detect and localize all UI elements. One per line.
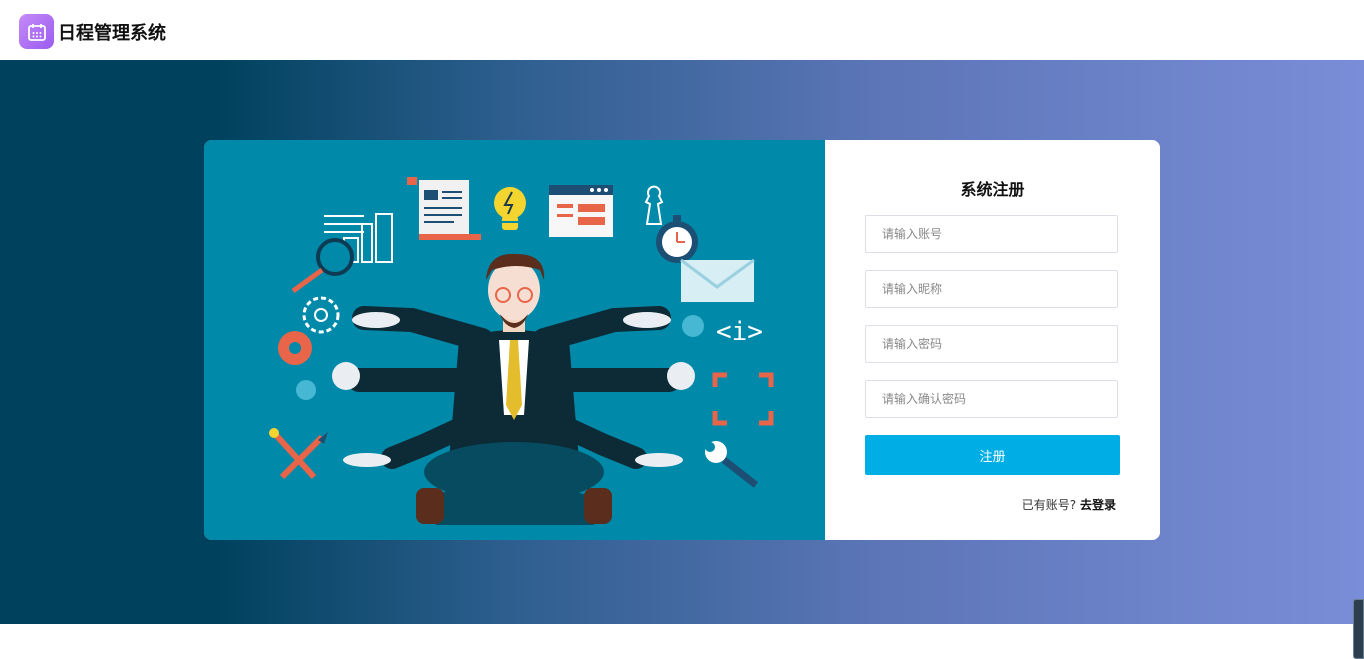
- document-icon: [407, 177, 481, 240]
- wrench-icon: [705, 441, 759, 488]
- nickname-input[interactable]: [865, 270, 1118, 308]
- envelope-icon: [680, 258, 755, 302]
- tools-icon: [269, 428, 328, 480]
- gear-icon-right: [682, 315, 704, 337]
- confirm-password-input[interactable]: [865, 380, 1118, 418]
- app-title: 日程管理系统: [58, 23, 166, 44]
- side-widget-handle[interactable]: [1353, 599, 1364, 659]
- code-icon: <i>: [716, 317, 763, 347]
- top-bar: 日程管理系统: [0, 0, 1364, 60]
- businessman-figure: [332, 253, 695, 525]
- password-input[interactable]: [865, 325, 1118, 363]
- browser-window-icon: [549, 185, 613, 237]
- have-account-text: 已有账号?: [1021, 498, 1077, 512]
- gear-icon-small: [296, 380, 316, 400]
- account-input[interactable]: [865, 215, 1118, 253]
- magnifier-icon: [291, 238, 354, 294]
- page-background: <i> 系统注册 请输入账号 请输入昵称 注册 已有账号? 去登录: [0, 60, 1364, 659]
- lightbulb-icon: [494, 187, 526, 230]
- form-title: 系统注册: [960, 180, 1025, 199]
- go-login-link[interactable]: 去登录: [1080, 498, 1116, 512]
- login-prompt: 已有账号? 去登录: [1022, 496, 1116, 513]
- register-card: <i> 系统注册 请输入账号 请输入昵称 注册 已有账号? 去登录: [204, 140, 1160, 540]
- gear-icon: [302, 296, 340, 334]
- calendar-icon: [19, 14, 54, 49]
- hero-illustration: <i>: [204, 140, 825, 540]
- focus-frame-icon: [712, 372, 774, 426]
- register-button[interactable]: 注册: [865, 435, 1120, 475]
- stopwatch-icon: [656, 215, 698, 263]
- chess-piece-icon: [644, 185, 664, 225]
- register-form: 系统注册 注册 已有账号? 去登录: [825, 140, 1160, 540]
